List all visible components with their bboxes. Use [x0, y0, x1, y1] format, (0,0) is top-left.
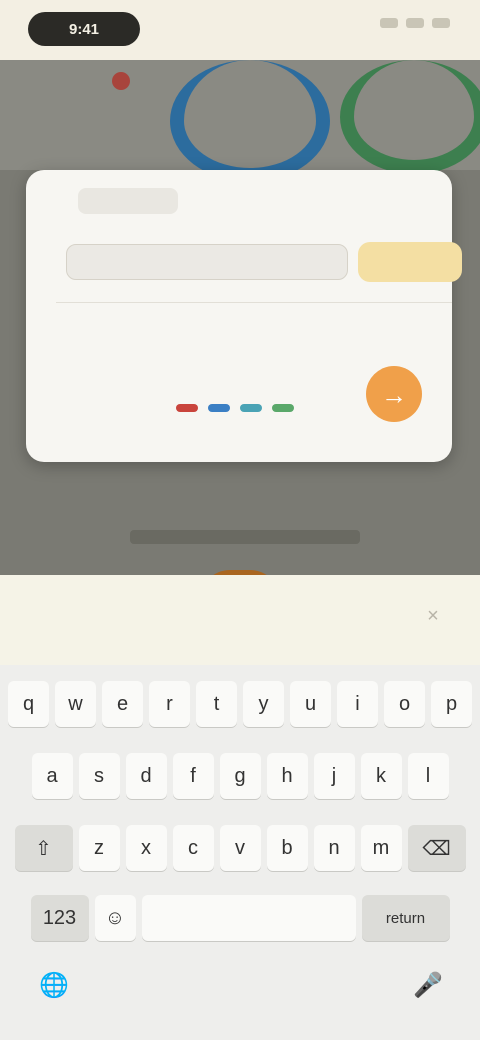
dock-bar — [130, 530, 360, 544]
microphone-icon[interactable]: 🎤 — [410, 971, 446, 1007]
key-g[interactable]: g — [219, 753, 261, 799]
key-i[interactable]: i — [337, 681, 378, 727]
key-n[interactable]: n — [313, 825, 355, 871]
space-key[interactable] — [141, 895, 356, 941]
name-dialog: → — [26, 170, 462, 462]
key-b[interactable]: b — [266, 825, 308, 871]
confirm-button[interactable] — [358, 242, 462, 282]
return-key[interactable]: return — [361, 895, 450, 941]
text-input[interactable] — [28, 605, 408, 635]
keyboard-row-1: q w e r t y u i o p — [0, 681, 480, 727]
status-time: 9:41 — [28, 12, 140, 46]
key-k[interactable]: k — [360, 753, 402, 799]
key-z[interactable]: z — [78, 825, 120, 871]
emoji-key[interactable]: ☺ — [94, 895, 136, 941]
key-h[interactable]: h — [266, 753, 308, 799]
keyboard-row-2: a s d f g h j k l — [0, 753, 480, 799]
orange-action-button[interactable]: → — [366, 366, 422, 422]
key-x[interactable]: x — [125, 825, 167, 871]
key-d[interactable]: d — [125, 753, 167, 799]
battery-icon — [432, 18, 450, 28]
key-t[interactable]: t — [196, 681, 237, 727]
text-input-bar[interactable]: × — [0, 575, 480, 665]
color-dot-green[interactable] — [272, 404, 294, 412]
name-input[interactable] — [66, 244, 348, 280]
green-ring — [340, 60, 480, 174]
numbers-key[interactable]: 123 — [30, 895, 89, 941]
key-y[interactable]: y — [243, 681, 284, 727]
key-v[interactable]: v — [219, 825, 261, 871]
key-a[interactable]: a — [31, 753, 73, 799]
stat-line-1 — [86, 364, 206, 386]
key-e[interactable]: e — [102, 681, 143, 727]
dialog-title — [201, 190, 331, 216]
key-f[interactable]: f — [172, 753, 214, 799]
key-m[interactable]: m — [360, 825, 402, 871]
red-marker — [112, 72, 130, 90]
dialog-tab[interactable] — [78, 188, 178, 214]
status-icons — [380, 18, 450, 28]
color-dot-red[interactable] — [176, 404, 198, 412]
keyboard-row-3: ⇧ z x c v b n m ⌫ — [0, 825, 480, 871]
key-s[interactable]: s — [78, 753, 120, 799]
divider — [56, 302, 452, 303]
color-dot-blue[interactable] — [208, 404, 230, 412]
key-r[interactable]: r — [149, 681, 190, 727]
wifi-icon — [406, 18, 424, 28]
signal-icon — [380, 18, 398, 28]
keyboard: q w e r t y u i o p a s d f g h j k l ⇧ … — [0, 665, 480, 1040]
key-w[interactable]: w — [55, 681, 96, 727]
key-j[interactable]: j — [313, 753, 355, 799]
key-q[interactable]: q — [8, 681, 49, 727]
delete-key[interactable]: ⌫ — [407, 825, 466, 871]
stats-block — [86, 364, 206, 430]
key-l[interactable]: l — [407, 753, 449, 799]
key-p[interactable]: p — [431, 681, 472, 727]
color-dots — [176, 404, 294, 412]
status-bar: 9:41 — [0, 0, 480, 60]
color-dot-teal[interactable] — [240, 404, 262, 412]
shift-key[interactable]: ⇧ — [14, 825, 73, 871]
blue-ring — [170, 60, 330, 182]
key-c[interactable]: c — [172, 825, 214, 871]
key-u[interactable]: u — [290, 681, 331, 727]
keyboard-row-4: 123 ☺ return — [0, 895, 480, 941]
clear-icon[interactable]: × — [420, 605, 446, 631]
globe-icon[interactable]: 🌐 — [36, 971, 72, 1007]
keyboard-bottom-bar: 🌐 🎤 — [0, 965, 480, 1025]
key-o[interactable]: o — [384, 681, 425, 727]
